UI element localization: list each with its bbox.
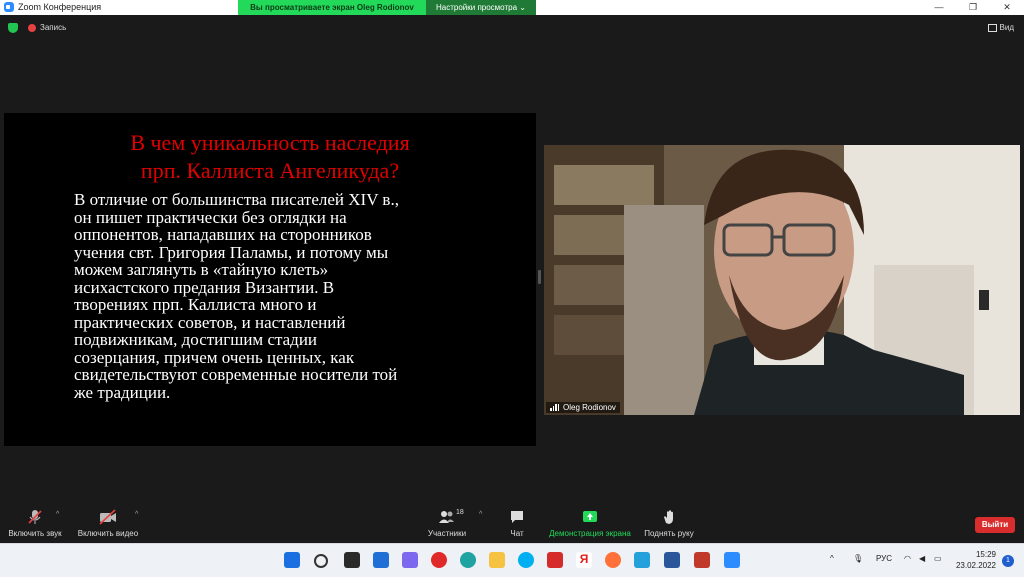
signal-bars-icon — [550, 404, 559, 411]
skype-icon[interactable] — [518, 552, 534, 568]
slide-body-line: исихастского предания Византии. В — [74, 277, 335, 297]
windows-start-icon[interactable] — [284, 552, 300, 568]
window-controls: — ❐ ✕ — [922, 0, 1024, 15]
media-app-icon[interactable] — [634, 552, 650, 568]
participant-name-tag: Oleg Rodionov — [546, 402, 620, 413]
minimize-icon[interactable]: — — [922, 0, 956, 15]
view-label: Вид — [999, 23, 1014, 32]
language-indicator[interactable]: РУС — [876, 554, 892, 563]
clock-time: 15:29 — [975, 550, 996, 559]
slide-body: В отличие от большинства писателей XIV в… — [74, 191, 494, 401]
leave-button[interactable]: Выйти — [975, 517, 1015, 533]
participants-count: 18 — [456, 509, 464, 516]
zoom-taskbar-icon[interactable] — [724, 552, 740, 568]
slide-body-line: практических советов, и наставлений — [74, 312, 346, 332]
camera-off-icon — [75, 509, 141, 525]
slide-body-line: В отличие от большинства писателей XIV в… — [74, 190, 399, 209]
slide-body-line: можем заглянуть в «тайную клеть» — [74, 260, 329, 279]
grid-icon — [987, 23, 997, 32]
file-explorer-icon[interactable] — [489, 552, 505, 568]
clock[interactable]: 15:29 23.02.2022 — [956, 549, 996, 571]
raise-hand-button[interactable]: Поднять руку — [640, 509, 698, 538]
participant-video[interactable]: Oleg Rodionov — [544, 145, 1020, 415]
participant-name: Oleg Rodionov — [563, 403, 616, 412]
view-options-button[interactable]: Настройки просмотра ⌄ — [426, 0, 536, 15]
restore-icon[interactable]: ❐ — [956, 0, 990, 15]
view-button[interactable]: Вид — [987, 23, 1014, 32]
start-video-button[interactable]: Включить видео — [75, 509, 141, 538]
show-hidden-icons-icon[interactable]: ^ — [830, 554, 834, 563]
microphone-icon[interactable]: 🎙 — [853, 554, 863, 563]
participants-button[interactable]: 18 Участники — [424, 509, 470, 538]
yandex-icon[interactable]: Я — [576, 552, 592, 568]
shared-screen: В чем уникальность наследия прп. Каллист… — [4, 113, 536, 446]
task-view-icon[interactable] — [344, 552, 360, 568]
record-label: Запись — [40, 23, 67, 32]
os-taskbar: Я ^ 🎙 РУС ◠ ◀ ▭ 15:29 23.02.2022 1 — [0, 543, 1024, 577]
chat-button[interactable]: Чат — [500, 509, 534, 538]
start-video-label: Включить видео — [77, 529, 139, 538]
volume-icon[interactable]: ◀ — [919, 554, 925, 563]
app-icon[interactable] — [694, 552, 710, 568]
shield-icon[interactable] — [8, 23, 18, 33]
slide-body-line: творениях прп. Каллиста много и — [74, 295, 317, 314]
chat-label: Чат — [510, 529, 524, 538]
meeting-toolbar: Включить звук ^ Включить видео ^ 18 Учас… — [0, 505, 1024, 543]
wifi-icon[interactable]: ◠ — [904, 554, 911, 563]
battery-icon[interactable]: ▭ — [934, 554, 942, 563]
slide-title-line: прп. Каллиста Ангеликуда? — [140, 158, 400, 183]
pdf-reader-icon[interactable] — [547, 552, 563, 568]
slide-title-line: В чем уникальность наследия — [130, 130, 410, 155]
opera-icon[interactable] — [431, 552, 447, 568]
notification-badge[interactable]: 1 — [1002, 555, 1014, 567]
participants-icon: 18 — [424, 509, 470, 525]
slide-body-line: свидетельствуют современные носители той — [74, 365, 398, 384]
app-title: Zoom Конференция — [4, 2, 101, 12]
slide-body-line: же традиции. — [74, 382, 171, 402]
clock-date: 23.02.2022 — [955, 561, 996, 570]
widgets-icon[interactable] — [373, 552, 389, 568]
share-screen-button[interactable]: Демонстрация экрана — [545, 509, 635, 538]
slide-body-line: он пишет практически без оглядки на — [74, 207, 347, 227]
slide-title: В чем уникальность наследия прп. Каллист… — [4, 129, 536, 185]
unmute-label: Включить звук — [8, 529, 62, 538]
share-screen-label: Демонстрация экрана — [549, 529, 631, 538]
video-frame-image — [544, 145, 1020, 415]
close-icon[interactable]: ✕ — [990, 0, 1024, 15]
word-icon[interactable] — [664, 552, 680, 568]
participants-label: Участники — [427, 529, 467, 538]
slide-body-line: оппонентов, нападавших на сторонников — [74, 225, 372, 244]
meeting-topbar: Запись Вид — [0, 15, 1024, 40]
slide-body-line: созерцания, причем очень ценных, как — [74, 347, 355, 367]
record-icon — [28, 23, 36, 32]
zoom-logo-icon — [4, 2, 14, 12]
participants-chevron-icon[interactable]: ^ — [479, 511, 482, 518]
split-handle[interactable] — [538, 270, 541, 284]
teams-chat-icon[interactable] — [402, 552, 418, 568]
share-banner: Вы просматриваете экран Oleg Rodionov — [238, 0, 426, 15]
slide-body-line: подвижникам, достигшим стадии — [74, 330, 318, 349]
recording-indicator[interactable]: Запись — [28, 23, 66, 32]
hand-icon — [640, 509, 698, 525]
view-options-label: Настройки просмотра — [436, 3, 518, 12]
raise-hand-label: Поднять руку — [644, 529, 694, 538]
share-screen-icon — [545, 509, 635, 525]
video-options-chevron-icon[interactable]: ^ — [135, 511, 138, 518]
edge-icon[interactable] — [460, 552, 476, 568]
window-title: Zoom Конференция — [18, 2, 102, 12]
slide-body-line: учения свт. Григория Паламы, и потому мы — [74, 242, 389, 262]
audio-options-chevron-icon[interactable]: ^ — [56, 511, 59, 518]
chat-icon — [500, 509, 534, 525]
search-icon[interactable] — [314, 554, 328, 568]
firefox-icon[interactable] — [605, 552, 621, 568]
chevron-down-icon: ⌄ — [519, 3, 526, 12]
